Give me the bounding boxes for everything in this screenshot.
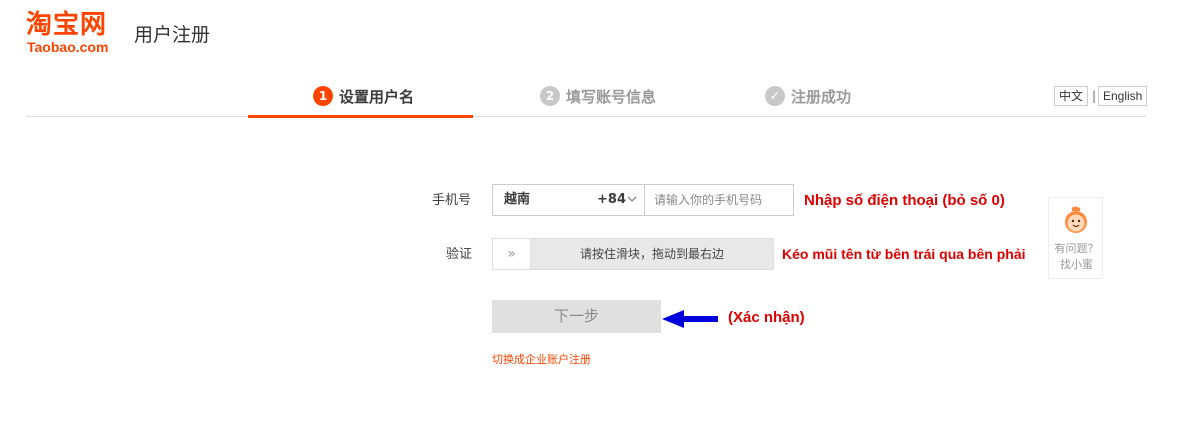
step-fill-account-info: 2 填写账号信息: [540, 83, 656, 109]
mascot-face-icon: [1065, 206, 1087, 233]
check-icon: ✓: [765, 86, 785, 106]
country-code: +84: [597, 192, 626, 207]
help-text-question: 有问题？: [1054, 242, 1099, 255]
help-text-assistant: 找小蜜: [1060, 258, 1093, 271]
enterprise-register-link[interactable]: 切换成企业账户注册: [492, 352, 591, 368]
annotation-drag-slider: Kéo mũi tên từ bên trái qua bên phải: [782, 246, 1026, 262]
chevron-down-icon: [627, 196, 637, 202]
phone-field-group: 越南 +84: [492, 184, 794, 216]
logo-chinese-text: 淘宝网: [26, 10, 108, 40]
language-chinese-button[interactable]: 中文: [1054, 86, 1089, 106]
slider-instruction: 请按住滑块，拖动到最右边: [579, 247, 724, 261]
next-step-button[interactable]: 下一步: [492, 300, 661, 333]
page-title: 用户注册: [134, 24, 211, 46]
country-select[interactable]: 越南 +84: [493, 185, 645, 215]
slider-captcha: » 请按住滑块，拖动到最右边: [492, 238, 774, 270]
taobao-logo[interactable]: 淘宝网 Taobao.com: [26, 10, 128, 55]
step-number-badge: 1: [313, 86, 333, 106]
steps-divider: [26, 116, 1146, 117]
double-chevron-right-icon: »: [507, 246, 516, 262]
step-label: 设置用户名: [339, 87, 415, 106]
registration-page: 淘宝网 Taobao.com 用户注册 1 设置用户名 2 填写账号信息 ✓ 注…: [0, 0, 1200, 431]
help-widget[interactable]: 有问题？ 找小蜜: [1048, 197, 1103, 279]
language-english-button[interactable]: English: [1098, 86, 1148, 106]
annotation-enter-phone: Nhập số điện thoại (bỏ số 0): [804, 192, 1005, 209]
step-label: 注册成功: [791, 87, 852, 106]
step-label: 填写账号信息: [566, 87, 657, 106]
slider-handle[interactable]: »: [493, 239, 531, 269]
step-set-username: 1 设置用户名: [313, 83, 414, 109]
arrow-left-icon: [662, 310, 718, 328]
country-name: 越南: [504, 192, 531, 207]
step-registration-success: ✓ 注册成功: [765, 83, 851, 109]
step-number-badge: 2: [540, 86, 560, 106]
phone-input[interactable]: [645, 185, 793, 215]
language-separator: |: [1092, 89, 1097, 103]
annotation-confirm: (Xác nhận): [728, 309, 805, 326]
logo-english-text: Taobao.com: [27, 39, 109, 55]
phone-label: 手机号: [432, 193, 472, 208]
verify-label: 验证: [446, 247, 473, 262]
active-step-underline: [248, 115, 473, 118]
